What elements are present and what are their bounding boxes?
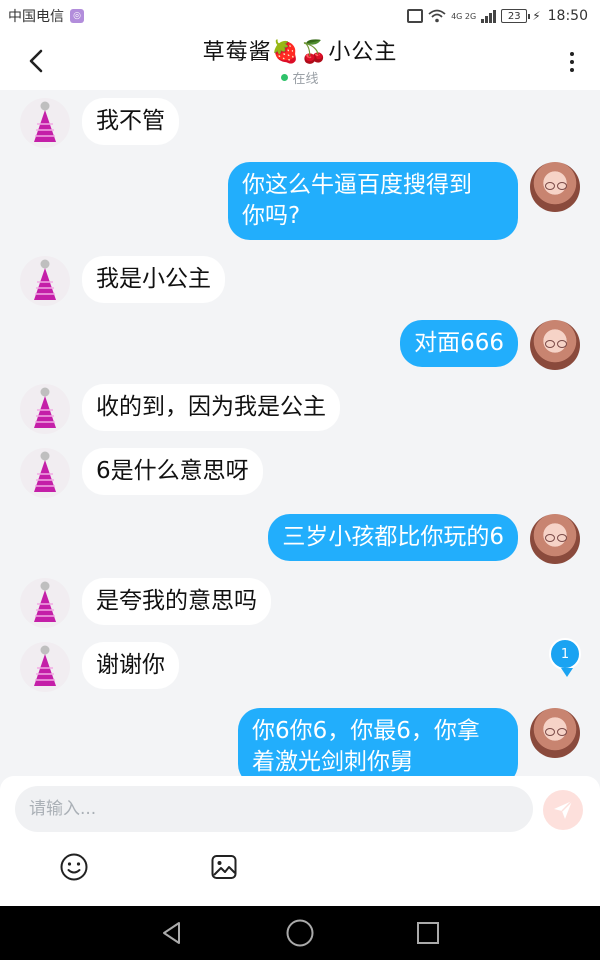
online-dot-icon xyxy=(281,74,289,81)
message-bubble[interactable]: 我是小公主 xyxy=(82,256,225,303)
message-item: 你6你6，你最6，你拿 着激光剑刺你舅 xyxy=(238,708,580,776)
square-recent-icon xyxy=(417,922,439,944)
message-item: 6是什么意思呀 xyxy=(20,448,263,498)
circle-home-icon xyxy=(286,919,314,947)
send-button[interactable] xyxy=(543,790,583,830)
nav-recent-button[interactable] xyxy=(413,918,443,948)
vibrate-icon xyxy=(407,9,424,23)
battery-level: 23 xyxy=(507,10,521,22)
contact-avatar[interactable] xyxy=(20,384,70,434)
emoji-button[interactable] xyxy=(57,850,91,884)
carrier-label: 中国电信 xyxy=(8,9,64,25)
message-bubble[interactable]: 你这么牛逼百度搜得到 你吗? xyxy=(228,162,518,240)
user-avatar[interactable] xyxy=(530,708,580,758)
send-icon xyxy=(554,800,573,819)
wifi-icon xyxy=(428,9,446,23)
chat-title: 草莓酱🍓🍒小公主 xyxy=(202,40,398,65)
charging-icon: ⚡ xyxy=(532,9,541,23)
contact-avatar[interactable] xyxy=(20,98,70,148)
user-avatar[interactable] xyxy=(530,162,580,212)
emoji-icon xyxy=(60,853,88,881)
nav-back-button[interactable] xyxy=(157,918,187,948)
input-area xyxy=(0,776,600,906)
unread-badge[interactable]: 1 xyxy=(549,638,581,677)
battery-icon: 23 xyxy=(501,9,531,23)
avatar-icon xyxy=(34,387,56,428)
message-bubble[interactable]: 三岁小孩都比你玩的6 xyxy=(268,514,518,561)
status-bar: 中国电信 ◎ 4G 2G 23 ⚡ 18:50 xyxy=(0,0,600,32)
message-bubble[interactable]: 谢谢你 xyxy=(82,642,179,689)
more-options-button[interactable] xyxy=(562,50,582,74)
nav-home-button[interactable] xyxy=(285,918,315,948)
message-item: 我是小公主 xyxy=(20,256,225,306)
message-item: 谢谢你 xyxy=(20,642,179,692)
avatar-icon xyxy=(34,581,56,622)
message-bubble[interactable]: 对面666 xyxy=(400,320,518,367)
status-left: 中国电信 ◎ xyxy=(8,6,84,26)
message-item: 对面666 xyxy=(400,320,580,370)
message-item: 收的到，因为我是公主 xyxy=(20,384,340,434)
message-bubble[interactable]: 是夸我的意思吗 xyxy=(82,578,271,625)
message-bubble[interactable]: 收的到，因为我是公主 xyxy=(82,384,340,431)
contact-avatar[interactable] xyxy=(20,578,70,628)
avatar-icon xyxy=(34,645,56,686)
message-input[interactable] xyxy=(15,786,533,832)
avatar-icon xyxy=(34,101,56,142)
image-icon xyxy=(211,855,237,879)
message-bubble[interactable]: 我不管 xyxy=(82,98,179,145)
online-status-label: 在线 xyxy=(292,72,319,87)
message-item: 你这么牛逼百度搜得到 你吗? xyxy=(228,162,580,240)
online-status: 在线 xyxy=(0,68,600,87)
status-right: 4G 2G 23 ⚡ 18:50 xyxy=(407,8,588,24)
system-nav-bar xyxy=(0,906,600,960)
avatar-icon xyxy=(34,259,56,300)
message-list[interactable]: 我不管 你这么牛逼百度搜得到 你吗? 我是小公主 对面666 收的到，因为我是公… xyxy=(0,90,600,776)
contact-avatar[interactable] xyxy=(20,642,70,692)
user-avatar[interactable] xyxy=(530,320,580,370)
notification-icon: ◎ xyxy=(70,9,84,23)
title-wrap: 草莓酱🍓🍒小公主 在线 xyxy=(0,34,600,87)
image-button[interactable] xyxy=(207,850,241,884)
message-item: 三岁小孩都比你玩的6 xyxy=(268,514,580,564)
message-bubble[interactable]: 6是什么意思呀 xyxy=(82,448,263,495)
user-avatar[interactable] xyxy=(530,514,580,564)
contact-avatar[interactable] xyxy=(20,448,70,498)
network-type-label: 4G 2G xyxy=(451,11,477,21)
clock-time: 18:50 xyxy=(547,8,588,24)
contact-avatar[interactable] xyxy=(20,256,70,306)
triangle-back-icon xyxy=(163,922,180,944)
chat-header: 草莓酱🍓🍒小公主 在线 xyxy=(0,32,600,90)
message-item: 我不管 xyxy=(20,98,179,148)
signal-icon xyxy=(481,9,497,23)
avatar-icon xyxy=(34,451,56,492)
more-vertical-icon xyxy=(570,52,574,56)
message-item: 是夸我的意思吗 xyxy=(20,578,271,628)
message-bubble[interactable]: 你6你6，你最6，你拿 着激光剑刺你舅 xyxy=(238,708,518,776)
